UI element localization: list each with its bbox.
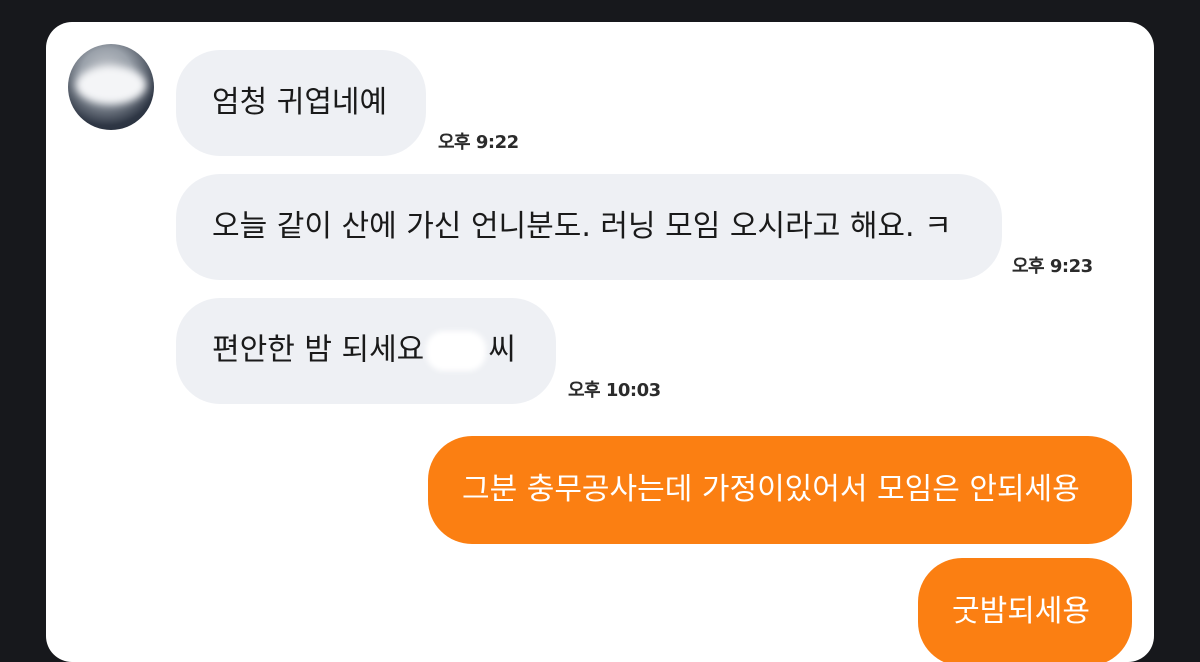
chat-panel: 엄청 귀엽네예 오후 9:22 오늘 같이 산에 가신 언니분도. 러닝 모임 … bbox=[46, 22, 1154, 662]
message-time: 오후 9:22 bbox=[438, 132, 519, 153]
message-text-after: 씨 bbox=[488, 332, 516, 368]
message-bubble-outgoing[interactable]: 그분 충무공사는데 가정이있어서 모임은 안되세용 bbox=[428, 436, 1132, 544]
message-time: 오후 10:03 bbox=[568, 380, 661, 401]
message-bubble-outgoing[interactable]: 굿밤되세용 bbox=[918, 558, 1132, 662]
message-text: 엄청 귀엽네예 bbox=[212, 85, 388, 120]
message-text-before: 편안한 밤 되세요 bbox=[212, 332, 425, 368]
message-text: 굿밤되세용 bbox=[952, 594, 1090, 629]
contact-avatar[interactable] bbox=[68, 44, 154, 130]
message-time: 오후 9:23 bbox=[1012, 256, 1093, 277]
message-text: 편안한 밤 되세요 씨 bbox=[212, 331, 516, 371]
name-redaction bbox=[426, 331, 487, 371]
message-bubble-incoming[interactable]: 편안한 밤 되세요 씨 bbox=[176, 298, 556, 404]
message-bubble-incoming[interactable]: 오늘 같이 산에 가신 언니분도. 러닝 모임 오시라고 해요. ㅋ bbox=[176, 174, 1002, 280]
message-text: 오늘 같이 산에 가신 언니분도. 러닝 모임 오시라고 해요. ㅋ bbox=[212, 209, 952, 244]
message-bubble-incoming[interactable]: 엄청 귀엽네예 bbox=[176, 50, 426, 156]
message-text: 그분 충무공사는데 가정이있어서 모임은 안되세용 bbox=[462, 472, 1080, 507]
avatar-redaction bbox=[76, 66, 146, 104]
